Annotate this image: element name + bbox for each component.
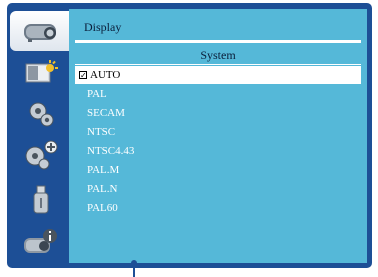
- picture-adjust-icon: [25, 60, 58, 83]
- option-auto[interactable]: ✓ AUTO: [75, 66, 361, 84]
- option-secam[interactable]: SECAM: [75, 104, 361, 122]
- option-pal[interactable]: PAL: [75, 85, 361, 103]
- gear-plus-icon: [25, 140, 57, 170]
- gear-icon: [29, 102, 53, 127]
- option-label: PAL.N: [87, 183, 118, 195]
- option-label: NTSC4.43: [87, 145, 135, 157]
- section-divider: [75, 64, 361, 65]
- option-label: AUTO: [90, 69, 121, 81]
- sidebar-item-picture[interactable]: [14, 55, 67, 91]
- option-label: SECAM: [87, 107, 125, 119]
- usb-drive-icon: [33, 185, 48, 214]
- main-panel: Display System ✓ AUTO PAL SECAM NTSC NTS…: [69, 9, 367, 263]
- page-title: Display: [84, 20, 122, 34]
- projector-icon: [23, 24, 56, 42]
- option-label: NTSC: [87, 126, 116, 138]
- option-label: PAL: [87, 88, 107, 100]
- section-header: System: [200, 48, 236, 62]
- title-divider: [75, 40, 361, 43]
- option-ntsc[interactable]: NTSC: [75, 123, 361, 141]
- option-label: PAL60: [87, 202, 118, 214]
- option-label: PAL.M: [87, 164, 120, 176]
- pointer-line: [133, 263, 135, 277]
- option-pal-n[interactable]: PAL.N: [75, 180, 361, 198]
- sidebar-item-info[interactable]: [14, 225, 67, 261]
- checkmark-icon: ✓: [79, 71, 87, 80]
- projector-info-icon: [23, 229, 57, 253]
- sidebar: [10, 11, 71, 267]
- option-pal-m[interactable]: PAL.M: [75, 161, 361, 179]
- sidebar-item-display[interactable]: [10, 11, 71, 51]
- option-pal60[interactable]: PAL60: [75, 199, 361, 217]
- sidebar-item-usb[interactable]: [14, 182, 67, 218]
- sidebar-item-expanded[interactable]: [14, 138, 67, 174]
- option-ntsc443[interactable]: NTSC4.43: [75, 142, 361, 160]
- sidebar-item-setting[interactable]: [14, 96, 67, 132]
